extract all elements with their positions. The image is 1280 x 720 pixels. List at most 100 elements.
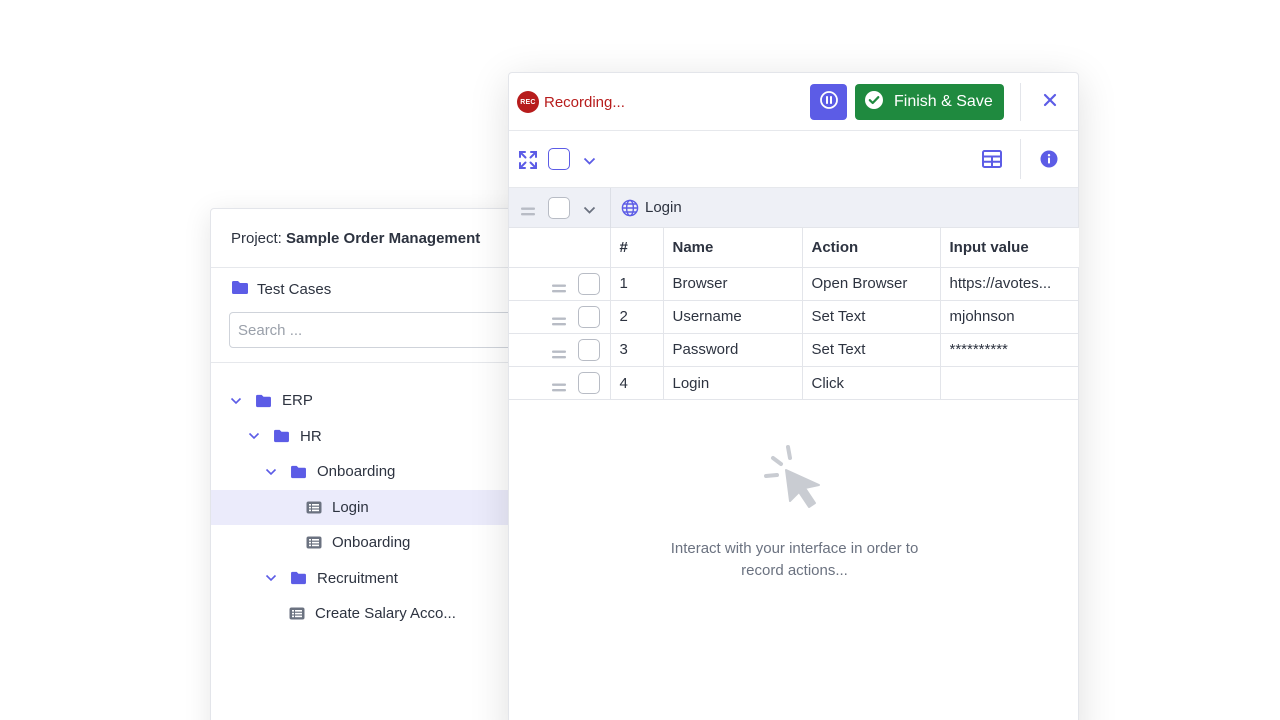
column-header-input-value: Input value [940,228,1079,268]
drag-handle-icon[interactable] [552,346,566,363]
test-cases-label: Test Cases [257,281,332,298]
step-action: Set Text [802,300,941,334]
tree-item-label: ERP [282,392,313,410]
globe-icon [621,199,639,222]
divider [1020,139,1021,179]
step-input-value: mjohnson [940,300,1079,334]
table-row[interactable]: 1 Browser Open Browser https://avotes... [509,267,1079,301]
row-controls [509,267,611,301]
chevron-down-icon[interactable] [247,432,261,440]
table-row[interactable]: 2 Username Set Text mjohnson [509,300,1079,334]
row-checkbox[interactable] [578,305,600,328]
step-input-value: https://avotes... [940,267,1079,301]
chevron-down-icon[interactable] [583,202,596,220]
tree-item-hr[interactable]: HR [211,419,511,455]
table-row[interactable]: 3 Password Set Text ********** [509,333,1079,368]
expand-icon[interactable] [518,150,538,175]
tree-item-recruitment[interactable]: Recruitment [211,561,511,597]
step-name: Password [663,333,803,368]
tree-item-label: Recruitment [317,569,398,587]
row-checkbox[interactable] [578,372,600,395]
step-group-header[interactable]: Login [509,188,1078,228]
project-name: Sample Order Management [286,230,481,247]
folder-icon [231,280,249,299]
tree-item-label: Onboarding [317,463,396,481]
tree-item-erp[interactable]: ERP [211,383,511,419]
folder-icon [273,429,290,443]
search-input[interactable] [238,321,550,339]
step-action: Open Browser [802,267,941,301]
empty-state-line-2: record actions... [741,562,848,579]
recording-status-text: Recording... [544,93,625,111]
tree-item-create-salary-account[interactable]: Create Salary Acco... [211,596,511,632]
row-checkbox[interactable] [578,338,600,361]
empty-state-text: Interact with your interface in order to… [509,538,1080,582]
drag-handle-icon[interactable] [552,379,566,396]
tree-item-login[interactable]: Login [211,489,511,525]
recorder-header: REC Recording... Finish & Save [509,73,1078,131]
step-number: 2 [610,300,664,334]
check-circle-icon [864,90,884,115]
folder-icon [255,394,272,408]
column-header-number: # [610,228,664,268]
tree-item-onboarding-testcase[interactable]: Onboarding [211,525,511,561]
table-view-icon[interactable] [982,150,1002,173]
step-name: Username [663,300,803,334]
chevron-down-icon[interactable] [229,397,243,405]
step-input-value [940,366,1079,401]
close-button[interactable] [1039,91,1061,113]
recording-status: REC Recording... [517,91,625,113]
drag-handle-icon[interactable] [521,203,535,221]
cursor-click-icon [760,443,830,518]
step-number: 4 [610,366,664,401]
steps-table: # Name Action Input value 1 Browser Open… [509,228,1079,401]
row-controls [509,300,611,334]
finish-save-button[interactable]: Finish & Save [855,84,1004,120]
test-case-tree: ERP HR Onboarding Login Onboarding Recru… [211,383,511,632]
row-checkbox[interactable] [578,272,600,295]
chevron-down-icon[interactable] [583,153,596,171]
recorder-toolbar [509,131,1078,188]
test-case-list-icon [306,501,322,514]
project-label: Project: [231,230,282,247]
pause-button[interactable] [810,84,847,120]
step-action: Click [802,366,941,401]
tree-item-onboarding-folder[interactable]: Onboarding [211,454,511,490]
tree-item-label: Onboarding [332,534,411,552]
group-checkbox[interactable] [548,197,570,219]
tree-item-label: Create Salary Acco... [315,605,456,623]
drag-handle-icon[interactable] [552,313,566,330]
tree-item-label: HR [300,427,322,445]
close-icon [1043,93,1057,112]
rec-badge: REC [517,91,539,113]
divider [1020,83,1021,121]
step-number: 3 [610,333,664,368]
table-row[interactable]: 4 Login Click [509,366,1079,401]
row-controls [509,333,611,368]
column-header-action: Action [802,228,941,268]
pause-icon [819,90,838,114]
step-input-text: https://avotes... [949,275,1052,293]
step-name: Login [663,366,803,401]
empty-state-line-1: Interact with your interface in order to [670,540,919,557]
group-title: Login [645,199,682,216]
row-controls [509,366,611,401]
select-all-checkbox[interactable] [548,148,570,170]
chevron-down-icon[interactable] [264,468,278,476]
step-input-text: mjohnson [949,308,1015,326]
drag-handle-icon[interactable] [552,280,566,297]
step-number: 1 [610,267,664,301]
info-icon[interactable] [1040,150,1058,173]
table-header-row: # Name Action Input value [509,228,1079,268]
step-input-value: ********** [940,333,1079,368]
step-input-text: ********** [949,341,1008,359]
divider [610,188,611,228]
test-case-list-icon [306,536,322,549]
step-name: Browser [663,267,803,301]
empty-state: Interact with your interface in order to… [509,443,1080,582]
chevron-down-icon[interactable] [264,574,278,582]
column-header-name: Name [663,228,803,268]
folder-icon [290,571,307,585]
folder-icon [290,465,307,479]
test-case-list-icon [289,607,305,620]
